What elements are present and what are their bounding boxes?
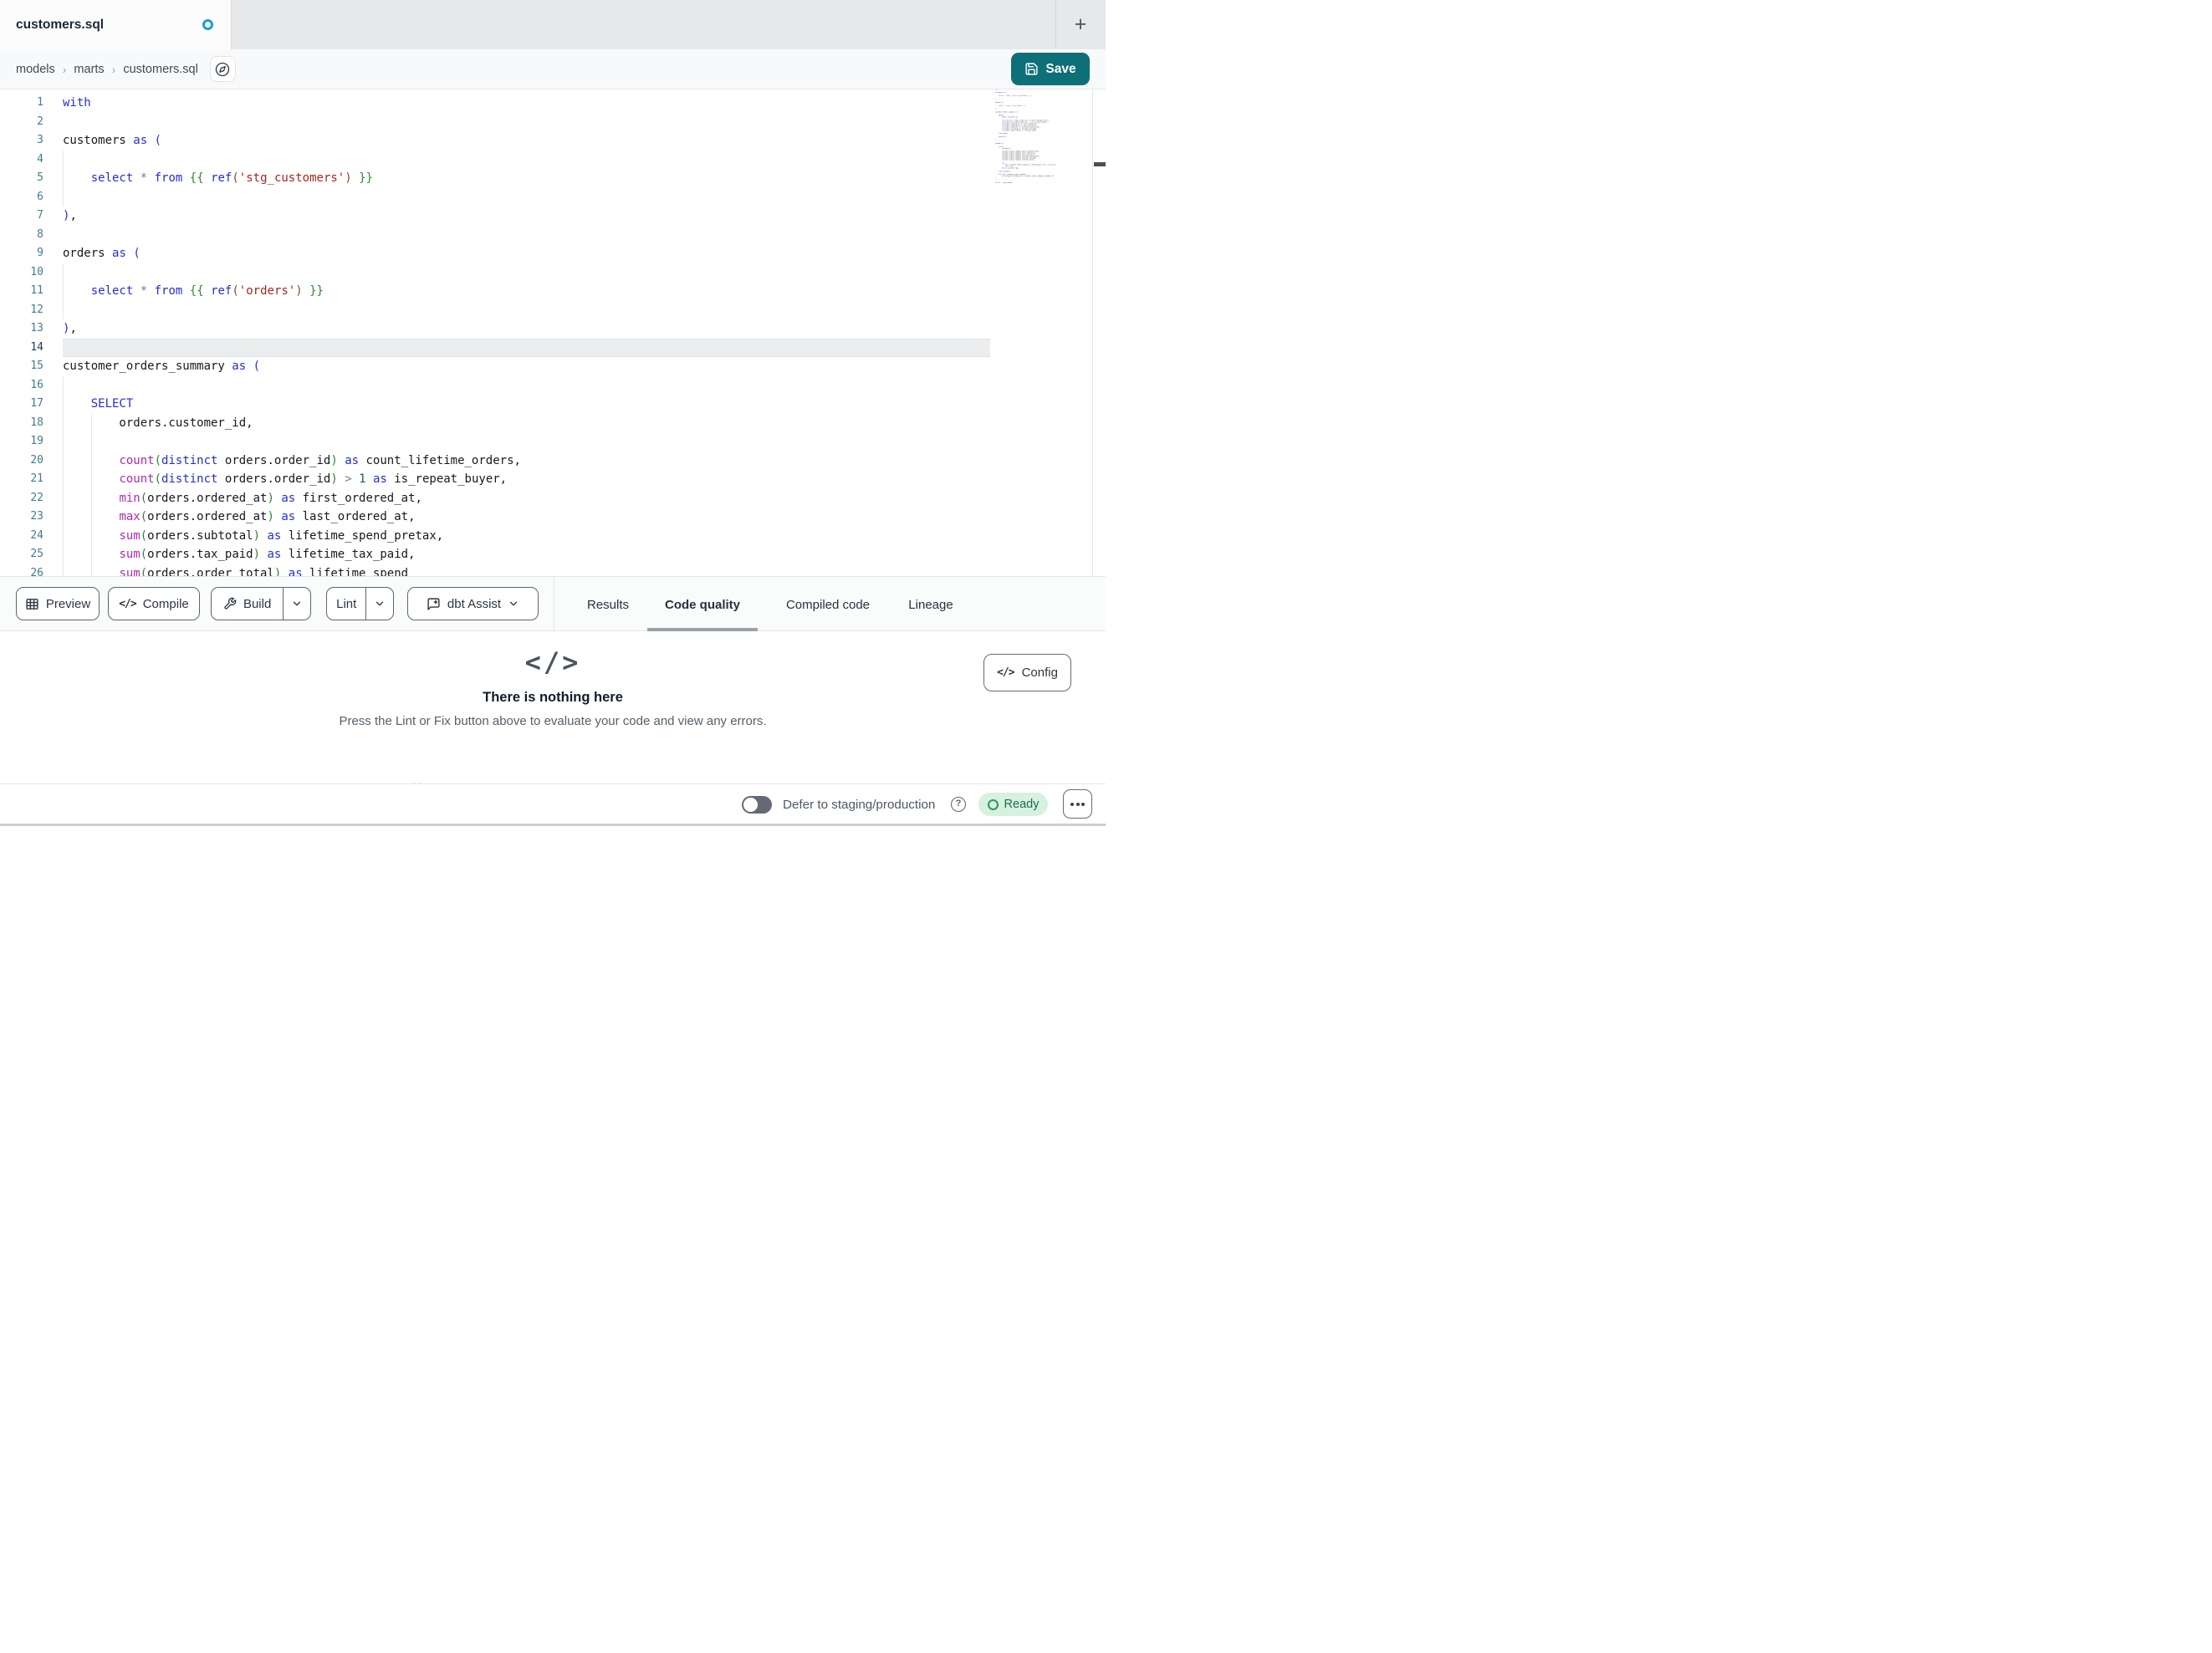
minimap-code: with customers as ( select * from {{ ref…: [995, 89, 1056, 184]
unsaved-changes-dot-icon: [202, 19, 213, 30]
save-icon: [1025, 63, 1038, 75]
compile-label: Compile: [142, 596, 189, 611]
empty-state-subtitle: Press the Lint or Fix button above to ev…: [339, 714, 767, 728]
status-bar: Defer to staging/production ? Ready: [0, 783, 1106, 824]
help-icon[interactable]: ?: [951, 797, 966, 812]
empty-state: </> There is nothing here Press the Lint…: [0, 646, 1106, 728]
defer-toggle[interactable]: [742, 796, 772, 814]
window-bottom-edge: [0, 824, 1106, 826]
code-quality-panel: </> There is nothing here Press the Lint…: [0, 631, 1106, 798]
assist-icon: [427, 597, 440, 610]
wrench-icon: [224, 597, 237, 610]
tab-bar: customers.sql +: [0, 0, 1106, 49]
ready-ring-icon: [987, 798, 999, 810]
config-label: Config: [1021, 666, 1058, 680]
code-slash-icon: </>: [524, 646, 581, 678]
status-badge: Ready: [978, 793, 1048, 816]
file-info-button[interactable]: [209, 56, 236, 82]
compile-button[interactable]: </> Compile: [108, 587, 200, 620]
preview-button[interactable]: Preview: [16, 587, 100, 620]
defer-label: Defer to staging/production: [783, 798, 936, 812]
lint-label: Lint: [336, 596, 357, 611]
build-button[interactable]: Build: [212, 588, 283, 620]
empty-state-title: There is nothing here: [483, 690, 623, 705]
more-options-button[interactable]: [1063, 789, 1092, 819]
panel-tabs: Results Code quality Compiled code Linea…: [554, 577, 1106, 633]
breadcrumb-separator: ›: [111, 62, 116, 76]
dot-icon: [1081, 802, 1085, 806]
breadcrumb-file[interactable]: customers.sql: [123, 63, 197, 76]
build-label: Build: [243, 596, 272, 611]
line-number-gutter: 1 2 3 4 5 6 7 8 9 10 11 12 13 14 15 16 17 18 19 20 21 22 23 24 2…: [30, 96, 43, 576]
dot-icon: [1070, 802, 1074, 806]
ready-label: Ready: [1004, 798, 1040, 811]
file-tab-title: customers.sql: [16, 17, 105, 32]
dbt-ide-window: customers.sql + models › marts › custome…: [0, 0, 1106, 826]
code-icon: </>: [997, 666, 1015, 679]
lint-button[interactable]: Lint: [327, 588, 365, 620]
toggle-knob: [743, 798, 758, 812]
lint-dropdown-button[interactable]: [365, 588, 393, 620]
tabbar-divider: [1055, 0, 1056, 49]
new-tab-button[interactable]: +: [1067, 12, 1094, 38]
chevron-down-icon: [509, 601, 518, 606]
dbt-assist-button[interactable]: dbt Assist: [407, 587, 539, 620]
editor-scrollbar-thumb[interactable]: [1094, 162, 1106, 166]
chevron-down-icon: [293, 601, 301, 606]
preview-label: Preview: [45, 596, 91, 611]
tab-results[interactable]: Results: [572, 577, 644, 632]
config-button[interactable]: </> Config: [983, 654, 1071, 691]
save-label: Save: [1045, 61, 1076, 76]
code-lines[interactable]: with customers as ( select * from {{ ref(…: [63, 94, 521, 576]
editor-minimap[interactable]: with customers as ( select * from {{ ref…: [995, 89, 1092, 575]
sql-code-editor[interactable]: 1 2 3 4 5 6 7 8 9 10 11 12 13 14 15 16 17 18 19 20 21 22 23 24 2…: [0, 89, 1106, 576]
lint-split-button: Lint: [326, 587, 394, 620]
dbt-assist-label: dbt Assist: [447, 596, 502, 611]
breadcrumb-separator: ›: [62, 62, 67, 76]
tab-lineage[interactable]: Lineage: [891, 577, 970, 632]
chevron-down-icon: [376, 601, 384, 606]
table-icon: [26, 598, 38, 610]
breadcrumb-models[interactable]: models: [16, 63, 55, 76]
build-split-button: Build: [211, 587, 311, 620]
editor-scrollbar-track[interactable]: [1092, 89, 1106, 576]
build-dropdown-button[interactable]: [283, 588, 310, 620]
editor-toolbar: Preview </> Compile Build Lint dbt Assis…: [0, 576, 1106, 633]
breadcrumb: models › marts › customers.sql: [0, 49, 1106, 89]
dot-icon: [1075, 802, 1080, 806]
code-icon: </>: [119, 597, 137, 610]
save-button[interactable]: Save: [1011, 53, 1090, 85]
tab-code-quality[interactable]: Code quality: [647, 577, 758, 633]
file-tab-customers-sql[interactable]: customers.sql: [0, 0, 232, 49]
compass-icon: [216, 62, 230, 76]
tab-compiled-code[interactable]: Compiled code: [768, 577, 888, 632]
breadcrumb-marts[interactable]: marts: [74, 63, 104, 76]
